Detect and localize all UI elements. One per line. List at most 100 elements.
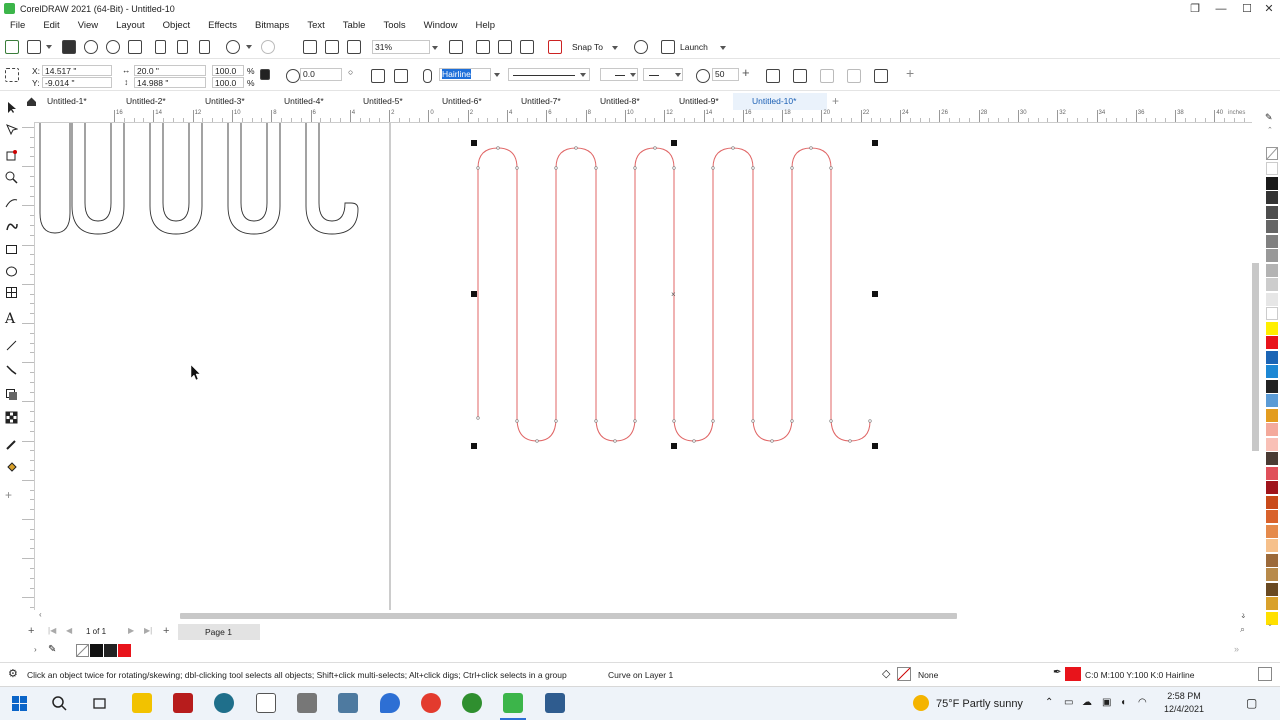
menu-file[interactable]: File: [10, 20, 25, 31]
palette-scroll-icon[interactable]: »: [1234, 644, 1239, 654]
menu-view[interactable]: View: [78, 20, 98, 31]
clock-date[interactable]: 12/4/2021: [1160, 704, 1208, 714]
outlined-serpentine-shape[interactable]: [35, 123, 359, 235]
add-page-after-icon[interactable]: +: [163, 625, 169, 637]
menu-bitmaps[interactable]: Bitmaps: [255, 20, 289, 31]
previous-page-icon[interactable]: ◀: [66, 626, 72, 635]
palette-swatch[interactable]: [1266, 437, 1278, 451]
launch-label[interactable]: Launch: [680, 42, 708, 52]
text-tool-icon[interactable]: A: [5, 312, 18, 326]
palette-swatch[interactable]: [1266, 452, 1278, 465]
wifi-icon[interactable]: ◠: [1138, 697, 1147, 708]
redo-icon[interactable]: [261, 40, 275, 54]
weather-text[interactable]: 75°F Partly sunny: [936, 698, 1023, 710]
mirror-vertical-icon[interactable]: [394, 69, 408, 83]
print-icon[interactable]: [128, 40, 142, 54]
app-icon-5[interactable]: [297, 693, 317, 713]
extract-subpath-icon[interactable]: [793, 69, 807, 83]
app-icon-7[interactable]: [380, 693, 400, 713]
publish-pdf-icon[interactable]: [347, 40, 361, 54]
curve-smoothing-field[interactable]: 50: [712, 68, 739, 81]
palette-swatch[interactable]: [1266, 321, 1278, 335]
palette-swatch[interactable]: [1266, 481, 1278, 494]
palette-swatch[interactable]: [1266, 249, 1278, 262]
full-screen-icon[interactable]: [449, 40, 463, 54]
crop-tool-icon[interactable]: [5, 149, 18, 162]
palette-swatch[interactable]: [1266, 568, 1278, 581]
file-explorer-icon[interactable]: [132, 693, 152, 713]
height-field[interactable]: 14.988 ": [134, 77, 206, 88]
last-page-icon[interactable]: ▶|: [144, 626, 152, 635]
palette-swatch[interactable]: [1266, 379, 1278, 393]
palette-swatch[interactable]: [1266, 234, 1278, 248]
menu-tools[interactable]: Tools: [383, 20, 405, 31]
new-document-icon[interactable]: [5, 40, 19, 54]
outline-width-field[interactable]: Hairline: [439, 68, 491, 81]
close-button[interactable]: ✕: [1256, 0, 1280, 17]
palette-swatch[interactable]: [1266, 495, 1278, 509]
usb-icon[interactable]: ▭: [1064, 697, 1073, 708]
red-swatch[interactable]: [118, 644, 131, 657]
tab-untitled-7[interactable]: Untitled-7*: [496, 93, 575, 110]
export-icon[interactable]: [325, 40, 339, 54]
eyedropper-tool-icon[interactable]: [5, 438, 18, 451]
undo-dropdown-icon[interactable]: [246, 45, 252, 49]
app-icon-3[interactable]: [214, 693, 234, 713]
page-tab[interactable]: Page 1: [178, 624, 260, 640]
vertical-scrollbar[interactable]: [1250, 123, 1262, 610]
add-property-icon[interactable]: +: [906, 65, 914, 81]
app-icon-9[interactable]: [462, 693, 482, 713]
align-left-icon[interactable]: [820, 69, 834, 83]
app-icon-11[interactable]: [545, 693, 565, 713]
open-dropdown-icon[interactable]: [46, 45, 52, 49]
menu-layout[interactable]: Layout: [116, 20, 145, 31]
tab-untitled-4[interactable]: Untitled-4*: [259, 93, 338, 110]
menu-text[interactable]: Text: [307, 20, 324, 31]
show-hidden-icons-icon[interactable]: ⌃: [1045, 697, 1053, 708]
launch-dropdown-icon[interactable]: [720, 46, 726, 50]
weather-icon[interactable]: [913, 695, 929, 711]
y-position-field[interactable]: -9.014 ": [42, 77, 112, 88]
menu-help[interactable]: Help: [475, 20, 495, 31]
notification-center-icon[interactable]: ▢: [1246, 696, 1257, 710]
scale-width-field[interactable]: 100.0: [212, 65, 244, 76]
rectangle-tool-icon[interactable]: [5, 243, 18, 256]
fill-icon[interactable]: ◇: [882, 667, 890, 680]
save-icon[interactable]: [62, 40, 76, 54]
grid-icon[interactable]: [498, 40, 512, 54]
palette-swatch[interactable]: [1266, 176, 1278, 190]
drop-shadow-tool-icon[interactable]: [5, 388, 18, 401]
paste-icon[interactable]: [199, 40, 210, 54]
menu-table[interactable]: Table: [343, 20, 366, 31]
scroll-left-icon[interactable]: ‹: [39, 610, 42, 619]
undo-icon[interactable]: [226, 40, 240, 54]
windows-start-icon[interactable]: [12, 696, 27, 711]
palette-swatch[interactable]: [1266, 582, 1278, 596]
x-position-field[interactable]: 14.517 ": [42, 65, 112, 76]
restore-down-icon[interactable]: ❐: [1182, 0, 1208, 17]
palette-expand-icon[interactable]: ›: [34, 645, 37, 654]
palette-swatch[interactable]: [1266, 597, 1278, 610]
menu-edit[interactable]: Edit: [43, 20, 59, 31]
search-icon[interactable]: [52, 696, 67, 711]
outline-color-swatch[interactable]: [1065, 667, 1081, 681]
object-origin-icon[interactable]: [5, 68, 19, 82]
palette-swatch[interactable]: [1266, 423, 1278, 436]
horizontal-ruler[interactable]: 16 14 12 10 8 6 4 2 0 2 4 6 8 10 12 14 16 18 20 22 24 26 28 30 3…: [34, 110, 1252, 123]
tab-untitled-10[interactable]: Untitled-10*: [733, 93, 827, 110]
copy-icon[interactable]: [177, 40, 188, 54]
import-icon[interactable]: [303, 40, 317, 54]
shape-tool-icon[interactable]: [5, 123, 19, 136]
app-icon-4[interactable]: [256, 693, 276, 713]
palette-down-icon[interactable]: ⌄: [1267, 620, 1273, 628]
palette-swatch[interactable]: [1266, 220, 1278, 233]
artistic-media-tool-icon[interactable]: [5, 220, 18, 233]
close-curve-icon[interactable]: [766, 69, 780, 83]
scale-height-field[interactable]: 100.0: [212, 77, 244, 88]
eyedropper-icon[interactable]: ✎: [48, 644, 56, 655]
clock-time[interactable]: 2:58 PM: [1160, 691, 1208, 701]
tab-untitled-5[interactable]: Untitled-5*: [338, 93, 417, 110]
palette-swatch[interactable]: [1266, 292, 1278, 306]
add-tool-icon[interactable]: +: [5, 489, 18, 502]
no-fill-swatch[interactable]: [1266, 147, 1278, 160]
